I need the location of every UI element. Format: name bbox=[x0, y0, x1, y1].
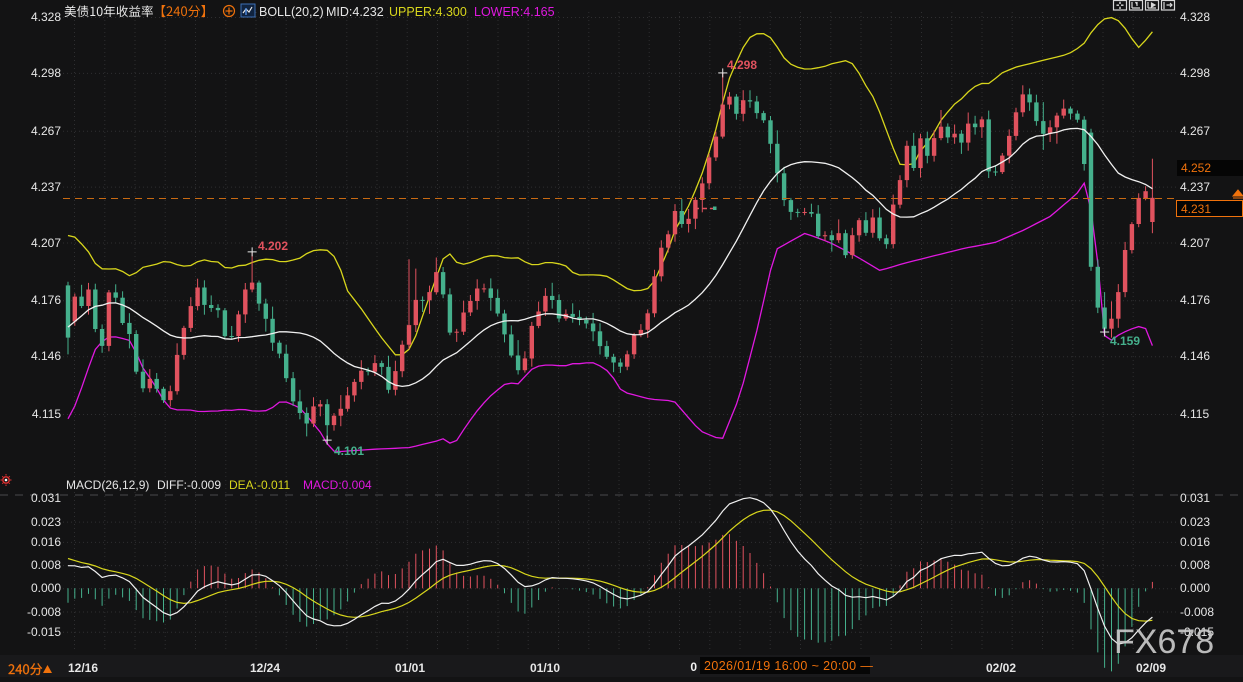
svg-text:0.008: 0.008 bbox=[1180, 558, 1210, 572]
svg-text:4.237: 4.237 bbox=[1180, 180, 1210, 194]
svg-text:2026/01/19 16:00 ~ 20:00 —: 2026/01/19 16:00 ~ 20:00 — bbox=[704, 659, 873, 673]
svg-text:0: 0 bbox=[690, 660, 697, 674]
svg-text:0.016: 0.016 bbox=[31, 535, 61, 549]
svg-text:02/09: 02/09 bbox=[1136, 661, 1166, 675]
svg-text:MACD(26,12,9): MACD(26,12,9) bbox=[66, 478, 149, 492]
svg-text:LOWER:4.165: LOWER:4.165 bbox=[474, 5, 555, 19]
svg-text:4.176: 4.176 bbox=[31, 293, 61, 307]
svg-text:4.298: 4.298 bbox=[727, 58, 757, 72]
svg-text:4.202: 4.202 bbox=[258, 239, 288, 253]
svg-text:FX678: FX678 bbox=[1114, 623, 1214, 661]
svg-text:0.000: 0.000 bbox=[31, 581, 61, 595]
svg-text:4.267: 4.267 bbox=[1180, 124, 1210, 138]
svg-text:12/24: 12/24 bbox=[250, 661, 280, 675]
svg-text:MID:4.232: MID:4.232 bbox=[326, 5, 384, 19]
svg-text:4.176: 4.176 bbox=[1180, 293, 1210, 307]
svg-text:4.298: 4.298 bbox=[31, 66, 61, 80]
svg-text:-0.008: -0.008 bbox=[27, 605, 61, 619]
svg-text:DIFF:-0.009: DIFF:-0.009 bbox=[157, 478, 221, 492]
svg-text:4.146: 4.146 bbox=[31, 349, 61, 363]
svg-text:4.207: 4.207 bbox=[1180, 236, 1210, 250]
svg-text:0.008: 0.008 bbox=[31, 558, 61, 572]
svg-text:BOLL(20,2): BOLL(20,2) bbox=[259, 5, 324, 19]
svg-text:0.023: 0.023 bbox=[31, 515, 61, 529]
svg-text:-0.015: -0.015 bbox=[27, 625, 61, 639]
svg-text:4.328: 4.328 bbox=[1180, 10, 1210, 24]
svg-text:0.023: 0.023 bbox=[1180, 515, 1210, 529]
svg-text:DEA:-0.011: DEA:-0.011 bbox=[229, 478, 290, 492]
svg-text:4.115: 4.115 bbox=[1180, 407, 1209, 421]
svg-text:4.146: 4.146 bbox=[1180, 349, 1210, 363]
svg-text:4.237: 4.237 bbox=[31, 180, 61, 194]
svg-text:4.101: 4.101 bbox=[334, 444, 364, 458]
svg-text:4.298: 4.298 bbox=[1180, 66, 1210, 80]
svg-text:0.031: 0.031 bbox=[1180, 491, 1210, 505]
svg-text:4.267: 4.267 bbox=[31, 124, 61, 138]
svg-text:4.159: 4.159 bbox=[1110, 334, 1140, 348]
svg-text:0.000: 0.000 bbox=[1180, 581, 1210, 595]
svg-text:UPPER:4.300: UPPER:4.300 bbox=[389, 5, 467, 19]
svg-text:4.328: 4.328 bbox=[31, 10, 61, 24]
svg-text:MACD:0.004: MACD:0.004 bbox=[303, 478, 372, 492]
svg-text:4.207: 4.207 bbox=[31, 236, 61, 250]
svg-text:4.115: 4.115 bbox=[32, 407, 61, 421]
svg-text:02/02: 02/02 bbox=[986, 661, 1016, 675]
svg-text:01/10: 01/10 bbox=[530, 661, 560, 675]
svg-text:0.031: 0.031 bbox=[31, 491, 61, 505]
svg-text:-0.008: -0.008 bbox=[1180, 605, 1214, 619]
svg-text:01/01: 01/01 bbox=[395, 661, 425, 675]
svg-text:12/16: 12/16 bbox=[68, 661, 98, 675]
svg-text:4.252: 4.252 bbox=[1181, 161, 1211, 175]
svg-text:0.016: 0.016 bbox=[1180, 535, 1210, 549]
svg-text:4.231: 4.231 bbox=[1181, 202, 1211, 216]
